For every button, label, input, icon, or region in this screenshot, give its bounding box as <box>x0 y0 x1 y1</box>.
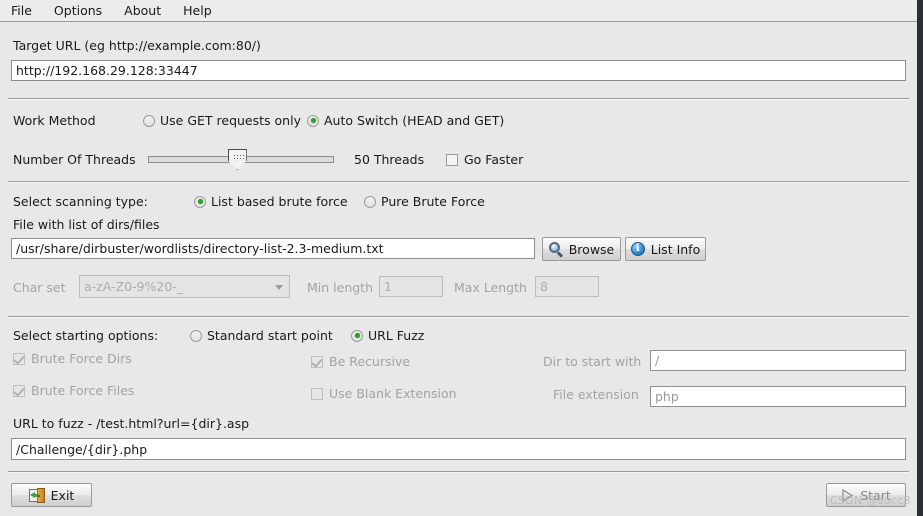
checkbox-label: Use Blank Extension <box>329 386 457 401</box>
checkbox-indicator <box>446 153 458 166</box>
wordlist-file-input[interactable] <box>11 238 535 259</box>
radio-pure-brute-force[interactable]: Pure Brute Force <box>364 194 485 209</box>
dir-to-start-input[interactable] <box>650 350 906 371</box>
magnifier-icon <box>548 242 563 258</box>
checkbox-indicator <box>13 384 25 397</box>
radio-label: URL Fuzz <box>368 328 425 343</box>
radio-indicator <box>143 114 155 127</box>
separator-3 <box>8 316 909 318</box>
checkbox-use-blank-extension[interactable]: Use Blank Extension <box>311 386 457 401</box>
checkbox-go-faster[interactable]: Go Faster <box>446 152 523 167</box>
url-to-fuzz-input[interactable] <box>11 438 906 460</box>
radio-indicator <box>364 195 376 208</box>
separator-4 <box>8 471 909 473</box>
menu-bar: File Options About Help <box>0 0 917 22</box>
radio-use-get-only[interactable]: Use GET requests only <box>143 113 301 128</box>
radio-indicator <box>351 329 363 342</box>
number-of-threads-label: Number Of Threads <box>13 152 136 167</box>
file-extension-label: File extension <box>553 387 639 402</box>
checkbox-brute-force-files[interactable]: Brute Force Files <box>13 383 134 398</box>
starting-options-label: Select starting options: <box>13 328 159 343</box>
list-info-button[interactable]: i List Info <box>625 237 706 261</box>
menu-item-options[interactable]: Options <box>44 1 112 21</box>
radio-indicator <box>307 114 319 127</box>
menu-item-help[interactable]: Help <box>173 1 222 21</box>
charset-label: Char set <box>13 280 66 295</box>
chevron-down-icon <box>275 284 283 290</box>
browse-button[interactable]: Browse <box>542 237 621 261</box>
radio-list-based-brute-force[interactable]: List based brute force <box>194 194 348 209</box>
checkbox-label: Be Recursive <box>329 354 411 369</box>
radio-indicator <box>190 329 202 342</box>
radio-label: Use GET requests only <box>160 113 301 128</box>
radio-auto-switch[interactable]: Auto Switch (HEAD and GET) <box>307 113 504 128</box>
start-button[interactable]: Start <box>826 483 906 507</box>
separator-1 <box>8 98 909 100</box>
threads-value-label: 50 Threads <box>354 152 425 167</box>
radio-label: List based brute force <box>211 194 348 209</box>
radio-label: Standard start point <box>207 328 333 343</box>
exit-button[interactable]: Exit <box>11 483 92 507</box>
slider-thumb[interactable] <box>227 149 247 170</box>
checkbox-label: Go Faster <box>464 152 524 167</box>
list-info-button-label: List Info <box>650 241 701 257</box>
target-url-label: Target URL (eg http://example.com:80/) <box>13 38 261 53</box>
work-method-label: Work Method <box>13 113 96 128</box>
threads-slider[interactable] <box>148 147 334 172</box>
checkbox-be-recursive[interactable]: Be Recursive <box>311 354 410 369</box>
checkbox-label: Brute Force Files <box>31 383 135 398</box>
charset-combobox[interactable]: a-zA-Z0-9%20-_ <box>79 275 290 298</box>
radio-indicator <box>194 195 206 208</box>
charset-value: a-zA-Z0-9%20-_ <box>84 279 184 294</box>
checkbox-label: Brute Force Dirs <box>31 351 132 366</box>
menu-item-about[interactable]: About <box>114 1 171 21</box>
min-length-label: Min length <box>307 280 373 295</box>
file-extension-input[interactable] <box>650 386 906 407</box>
play-triangle-icon <box>841 488 854 502</box>
radio-label: Auto Switch (HEAD and GET) <box>324 113 505 128</box>
checkbox-brute-force-dirs[interactable]: Brute Force Dirs <box>13 351 132 366</box>
checkbox-indicator <box>311 355 323 368</box>
min-length-input[interactable] <box>379 276 443 297</box>
separator-2 <box>8 181 909 183</box>
scanning-type-label: Select scanning type: <box>13 194 148 209</box>
checkbox-indicator <box>13 352 25 365</box>
radio-label: Pure Brute Force <box>381 194 485 209</box>
menu-item-file[interactable]: File <box>1 1 42 21</box>
max-length-label: Max Length <box>454 280 527 295</box>
dirbuster-window: File Options About Help Target URL (eg h… <box>0 0 917 516</box>
max-length-input[interactable] <box>535 276 599 297</box>
exit-door-icon <box>28 487 45 503</box>
checkbox-indicator <box>311 387 323 400</box>
url-to-fuzz-label: URL to fuzz - /test.html?url={dir}.asp <box>13 416 250 431</box>
start-button-label: Start <box>860 487 891 503</box>
window-right-frame <box>917 0 923 516</box>
dir-to-start-label: Dir to start with <box>543 354 642 369</box>
info-circle-icon: i <box>630 242 645 256</box>
radio-standard-start-point[interactable]: Standard start point <box>190 328 333 343</box>
file-list-label: File with list of dirs/files <box>13 217 160 232</box>
browse-button-label: Browse <box>568 241 615 257</box>
target-url-input[interactable] <box>11 60 906 81</box>
exit-button-label: Exit <box>50 487 75 503</box>
radio-url-fuzz[interactable]: URL Fuzz <box>351 328 424 343</box>
